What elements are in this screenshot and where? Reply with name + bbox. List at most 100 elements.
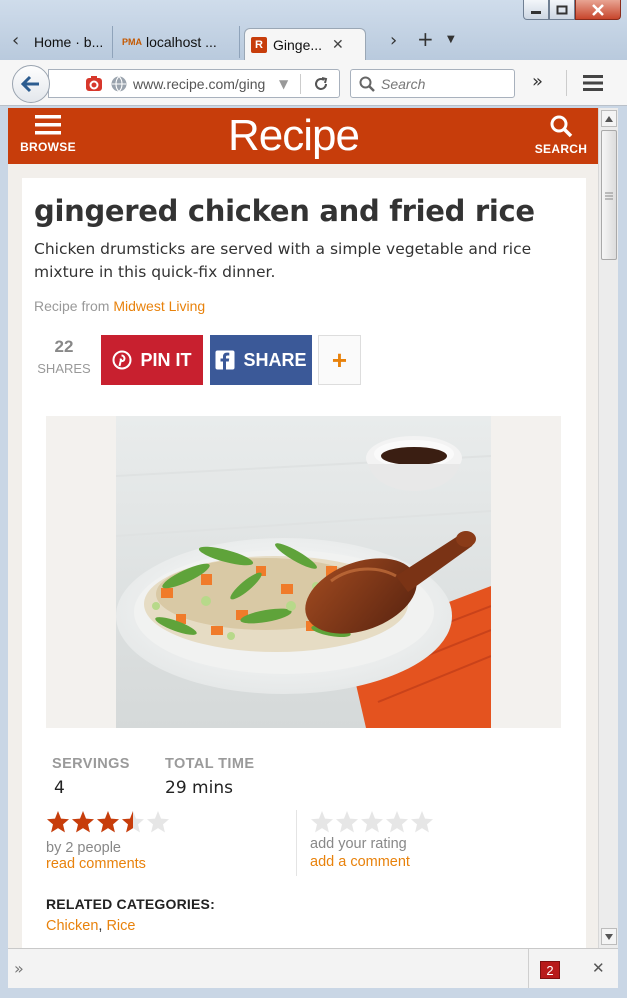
url-bar[interactable]: www.recipe.com/ging ▼: [48, 69, 340, 98]
tab-recipe[interactable]: R Ginge... ✕: [244, 28, 366, 60]
tab-home[interactable]: Home · b...: [28, 26, 113, 58]
window-controls: [523, 0, 621, 20]
tab-label: Ginge...: [273, 36, 323, 53]
source-prefix: Recipe from: [34, 298, 114, 314]
site-search-button[interactable]: SEARCH: [530, 114, 592, 156]
notification-badge[interactable]: 2: [540, 961, 560, 979]
recipe-photo: [116, 416, 491, 728]
addon-bar-close-icon[interactable]: ✕: [592, 959, 605, 977]
menu-icon[interactable]: [582, 74, 604, 92]
page-viewport: BROWSE Recipe SEARCH gingered chicken an…: [8, 108, 598, 948]
your-rating: add your rating add a comment: [310, 810, 550, 870]
category-link-rice[interactable]: Rice: [106, 918, 135, 934]
scroll-down-button[interactable]: [601, 928, 617, 945]
rating-divider: [296, 810, 297, 876]
search-icon: [359, 76, 375, 92]
star-icon: [147, 811, 169, 833]
back-arrow-icon: [21, 75, 39, 93]
share-count-label: SHARES: [37, 361, 91, 376]
search-box[interactable]: Search: [350, 69, 515, 98]
reload-icon[interactable]: [313, 76, 329, 92]
vertical-scrollbar[interactable]: [598, 108, 618, 948]
star-icon: [97, 811, 119, 833]
navigation-toolbar: www.recipe.com/ging ▼ Search »: [0, 60, 627, 106]
recipe-source: Recipe from Midwest Living: [34, 298, 205, 314]
share-row: 22 SHARES PIN IT SHARE +: [34, 335, 574, 385]
add-rating-label: add your rating: [310, 836, 407, 852]
star-icon: [72, 811, 94, 833]
back-button[interactable]: [12, 65, 50, 103]
total-time-value: 29 mins: [165, 778, 233, 798]
servings-stat: SERVINGS 4: [52, 756, 130, 798]
addon-bar: » 2 ✕: [8, 948, 618, 989]
star-icon[interactable]: [310, 810, 334, 834]
recipe-favicon-icon: R: [251, 36, 267, 53]
window-frame-bottom: [0, 988, 627, 998]
hamburger-icon: [35, 115, 61, 135]
rating-count: by 2 people: [46, 840, 121, 856]
maximize-button[interactable]: [549, 0, 575, 20]
star-icon: [122, 811, 144, 833]
scroll-thumb[interactable]: [601, 130, 617, 260]
star-icon[interactable]: [360, 810, 384, 834]
tab-list-icon[interactable]: ▼: [447, 34, 455, 45]
servings-label: SERVINGS: [52, 756, 130, 772]
grip-icon: [605, 192, 613, 200]
average-rating-stars: [46, 810, 286, 836]
minimize-icon: [531, 10, 541, 14]
globe-icon: [111, 75, 127, 92]
new-tab-icon[interactable]: +: [417, 27, 434, 51]
star-icon[interactable]: [385, 810, 409, 834]
tabs-scroll-right-icon[interactable]: ›: [390, 30, 397, 51]
site-logo[interactable]: Recipe: [228, 111, 360, 161]
facebook-share-button[interactable]: SHARE: [210, 335, 312, 385]
share-count: 22 SHARES: [34, 337, 94, 376]
recipe-description: Chicken drumsticks are served with a sim…: [34, 240, 532, 281]
browse-button[interactable]: BROWSE: [18, 114, 78, 154]
star-icon: [47, 811, 69, 833]
scroll-up-button[interactable]: [601, 110, 617, 127]
pin-it-button[interactable]: PIN IT: [101, 335, 203, 385]
star-icon[interactable]: [335, 810, 359, 834]
share-label: SHARE: [243, 349, 307, 370]
overflow-chevron-icon[interactable]: »: [532, 71, 543, 92]
total-time-label: TOTAL TIME: [165, 756, 255, 772]
recipe-photo-frame: [46, 416, 561, 728]
recipe-card: gingered chicken and fried rice Chicken …: [22, 178, 586, 948]
pocket-icon[interactable]: [85, 75, 103, 93]
pma-favicon-icon: PMA: [122, 37, 142, 47]
tab-strip: ‹ Home · b... PMA localhost ... R Ginge.…: [0, 22, 627, 60]
facebook-icon: [215, 350, 235, 370]
scroll-up-icon: [605, 115, 613, 122]
window-close-button[interactable]: [575, 0, 621, 20]
tab-close-icon[interactable]: ✕: [332, 36, 344, 53]
related-heading: RELATED CATEGORIES:: [46, 896, 215, 912]
browse-label: BROWSE: [20, 140, 76, 154]
add-comment-link[interactable]: add a comment: [310, 854, 550, 870]
page-title: gingered chicken and fried rice: [34, 194, 535, 228]
search-icon: [550, 115, 573, 138]
url-dropdown-icon[interactable]: ▼: [279, 77, 288, 91]
search-label: SEARCH: [534, 142, 588, 156]
addon-overflow-icon[interactable]: »: [14, 959, 24, 978]
site-header: BROWSE Recipe SEARCH: [8, 108, 598, 164]
read-comments-link[interactable]: read comments: [46, 856, 286, 872]
tab-label: Home · b...: [34, 34, 104, 50]
minimize-button[interactable]: [523, 0, 549, 20]
scroll-down-icon: [605, 933, 613, 940]
plus-icon: +: [331, 344, 348, 375]
category-link-chicken[interactable]: Chicken: [46, 918, 98, 934]
more-share-button[interactable]: +: [318, 335, 361, 385]
source-link[interactable]: Midwest Living: [113, 298, 205, 314]
maximize-icon: [556, 5, 568, 14]
search-placeholder: Search: [381, 75, 426, 92]
related-links: Chicken, Rice: [46, 918, 215, 934]
tab-label: localhost ...: [146, 34, 217, 50]
star-icon[interactable]: [410, 810, 434, 834]
related-categories: RELATED CATEGORIES: Chicken, Rice: [46, 896, 215, 934]
close-icon: [592, 3, 604, 16]
your-rating-stars[interactable]: [310, 810, 550, 836]
tabs-scroll-left-icon[interactable]: ‹: [12, 30, 19, 51]
url-text[interactable]: www.recipe.com/ging: [133, 76, 275, 92]
tab-localhost[interactable]: PMA localhost ...: [118, 26, 240, 58]
